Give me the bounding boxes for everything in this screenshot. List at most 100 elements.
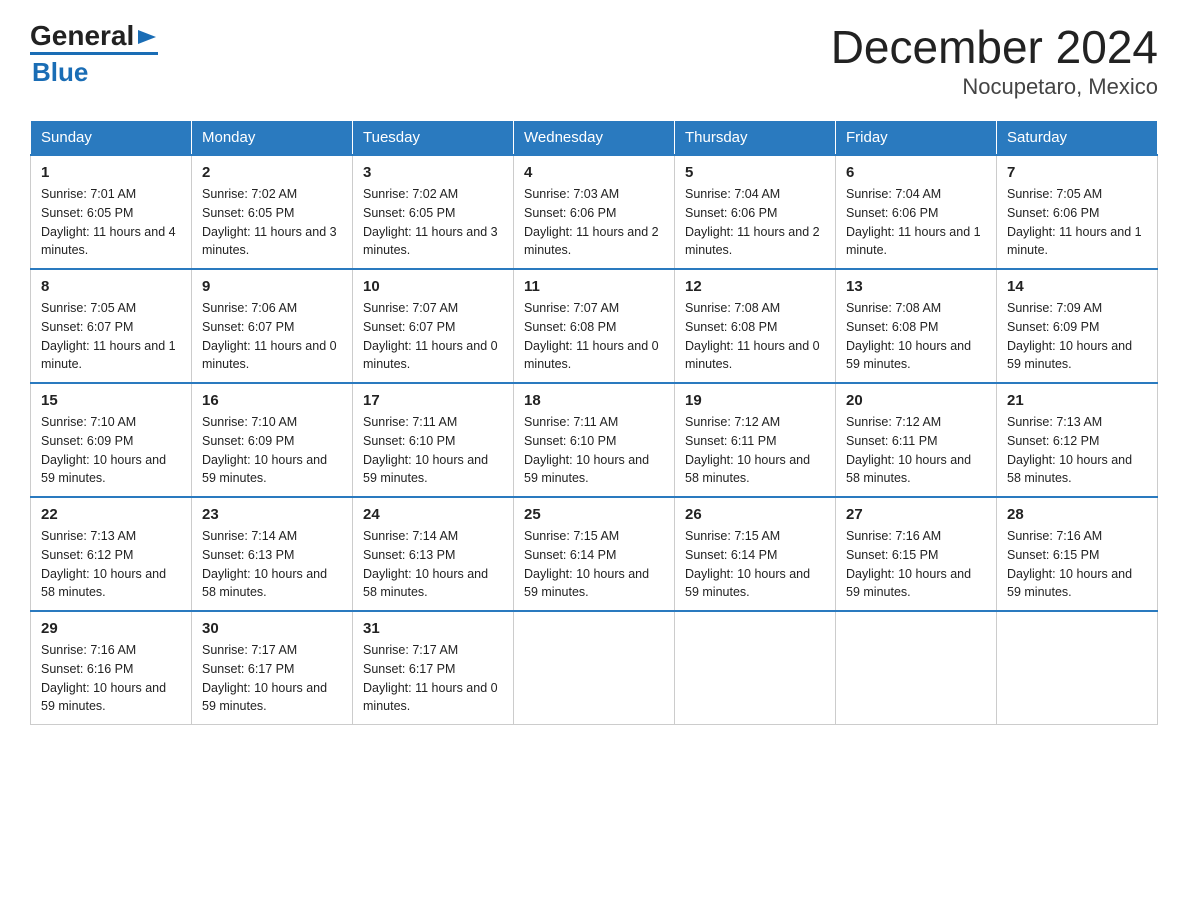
- calendar-cell: 9 Sunrise: 7:06 AMSunset: 6:07 PMDaylight…: [192, 269, 353, 383]
- day-number: 11: [524, 278, 664, 295]
- calendar-cell: [514, 611, 675, 725]
- calendar-cell: 1 Sunrise: 7:01 AMSunset: 6:05 PMDaylight…: [31, 155, 192, 269]
- day-number: 24: [363, 506, 503, 523]
- calendar-cell: [997, 611, 1158, 725]
- day-number: 1: [41, 164, 181, 181]
- calendar-week-row: 1 Sunrise: 7:01 AMSunset: 6:05 PMDaylight…: [31, 155, 1158, 269]
- calendar-header-row: Sunday Monday Tuesday Wednesday Thursday…: [31, 121, 1158, 156]
- col-wednesday: Wednesday: [514, 121, 675, 156]
- calendar-cell: 25 Sunrise: 7:15 AMSunset: 6:14 PMDayligh…: [514, 497, 675, 611]
- calendar-cell: 30Sunrise: 7:17 AMSunset: 6:17 PMDayligh…: [192, 611, 353, 725]
- calendar-cell: [836, 611, 997, 725]
- day-info: Sunrise: 7:08 AMSunset: 6:08 PMDaylight:…: [846, 299, 986, 374]
- calendar-cell: 22Sunrise: 7:13 AMSunset: 6:12 PMDayligh…: [31, 497, 192, 611]
- day-info: Sunrise: 7:04 AMSunset: 6:06 PMDaylight:…: [685, 185, 825, 260]
- calendar-cell: 17Sunrise: 7:11 AMSunset: 6:10 PMDayligh…: [353, 383, 514, 497]
- calendar-cell: 7 Sunrise: 7:05 AMSunset: 6:06 PMDaylight…: [997, 155, 1158, 269]
- day-number: 2: [202, 164, 342, 181]
- day-info: Sunrise: 7:15 AMSunset: 6:14 PMDaylight:…: [685, 527, 825, 602]
- day-number: 12: [685, 278, 825, 295]
- calendar-cell: 14 Sunrise: 7:09 AMSunset: 6:09 PMDayligh…: [997, 269, 1158, 383]
- day-info: Sunrise: 7:02 AMSunset: 6:05 PMDaylight:…: [202, 185, 342, 260]
- calendar-cell: 27Sunrise: 7:16 AMSunset: 6:15 PMDayligh…: [836, 497, 997, 611]
- day-info: Sunrise: 7:10 AMSunset: 6:09 PMDaylight:…: [41, 413, 181, 488]
- day-info: Sunrise: 7:15 AMSunset: 6:14 PMDaylight:…: [524, 527, 664, 602]
- day-number: 4: [524, 164, 664, 181]
- day-number: 10: [363, 278, 503, 295]
- day-info: Sunrise: 7:07 AMSunset: 6:07 PMDaylight:…: [363, 299, 503, 374]
- day-info: Sunrise: 7:07 AMSunset: 6:08 PMDaylight:…: [524, 299, 664, 374]
- logo-general-text: General: [30, 20, 134, 52]
- page-header: General Blue December 2024 Nocupetaro, M…: [30, 20, 1158, 100]
- day-info: Sunrise: 7:03 AMSunset: 6:06 PMDaylight:…: [524, 185, 664, 260]
- calendar-cell: 20 Sunrise: 7:12 AMSunset: 6:11 PMDayligh…: [836, 383, 997, 497]
- day-number: 5: [685, 164, 825, 181]
- day-number: 16: [202, 392, 342, 409]
- day-info: Sunrise: 7:01 AMSunset: 6:05 PMDaylight:…: [41, 185, 181, 260]
- day-number: 28: [1007, 506, 1147, 523]
- day-number: 7: [1007, 164, 1147, 181]
- day-info: Sunrise: 7:13 AMSunset: 6:12 PMDaylight:…: [1007, 413, 1147, 488]
- calendar-cell: 19 Sunrise: 7:12 AMSunset: 6:11 PMDayligh…: [675, 383, 836, 497]
- day-info: Sunrise: 7:05 AMSunset: 6:06 PMDaylight:…: [1007, 185, 1147, 260]
- day-number: 17: [363, 392, 503, 409]
- day-info: Sunrise: 7:16 AMSunset: 6:15 PMDaylight:…: [846, 527, 986, 602]
- day-info: Sunrise: 7:02 AMSunset: 6:05 PMDaylight:…: [363, 185, 503, 260]
- calendar-cell: 28 Sunrise: 7:16 AMSunset: 6:15 PMDayligh…: [997, 497, 1158, 611]
- day-number: 6: [846, 164, 986, 181]
- page-title: December 2024: [831, 20, 1158, 74]
- day-number: 25: [524, 506, 664, 523]
- calendar-cell: 4 Sunrise: 7:03 AMSunset: 6:06 PMDaylight…: [514, 155, 675, 269]
- day-info: Sunrise: 7:16 AMSunset: 6:16 PMDaylight:…: [41, 641, 181, 716]
- calendar-week-row: 8Sunrise: 7:05 AMSunset: 6:07 PMDaylight…: [31, 269, 1158, 383]
- calendar-week-row: 29Sunrise: 7:16 AMSunset: 6:16 PMDayligh…: [31, 611, 1158, 725]
- day-number: 19: [685, 392, 825, 409]
- day-number: 23: [202, 506, 342, 523]
- day-number: 18: [524, 392, 664, 409]
- logo-blue-text: Blue: [32, 57, 158, 88]
- day-info: Sunrise: 7:10 AMSunset: 6:09 PMDaylight:…: [202, 413, 342, 488]
- logo: General Blue: [30, 20, 158, 88]
- page-subtitle: Nocupetaro, Mexico: [831, 74, 1158, 100]
- day-info: Sunrise: 7:17 AMSunset: 6:17 PMDaylight:…: [202, 641, 342, 716]
- day-info: Sunrise: 7:09 AMSunset: 6:09 PMDaylight:…: [1007, 299, 1147, 374]
- col-sunday: Sunday: [31, 121, 192, 156]
- col-monday: Monday: [192, 121, 353, 156]
- col-tuesday: Tuesday: [353, 121, 514, 156]
- col-thursday: Thursday: [675, 121, 836, 156]
- day-number: 9: [202, 278, 342, 295]
- day-number: 31: [363, 620, 503, 637]
- calendar-cell: 21Sunrise: 7:13 AMSunset: 6:12 PMDayligh…: [997, 383, 1158, 497]
- day-info: Sunrise: 7:06 AMSunset: 6:07 PMDaylight:…: [202, 299, 342, 374]
- day-number: 3: [363, 164, 503, 181]
- day-number: 26: [685, 506, 825, 523]
- calendar-cell: 23 Sunrise: 7:14 AMSunset: 6:13 PMDayligh…: [192, 497, 353, 611]
- day-info: Sunrise: 7:12 AMSunset: 6:11 PMDaylight:…: [685, 413, 825, 488]
- day-number: 15: [41, 392, 181, 409]
- day-info: Sunrise: 7:12 AMSunset: 6:11 PMDaylight:…: [846, 413, 986, 488]
- day-number: 22: [41, 506, 181, 523]
- calendar-cell: 26 Sunrise: 7:15 AMSunset: 6:14 PMDayligh…: [675, 497, 836, 611]
- col-friday: Friday: [836, 121, 997, 156]
- title-block: December 2024 Nocupetaro, Mexico: [831, 20, 1158, 100]
- day-info: Sunrise: 7:17 AMSunset: 6:17 PMDaylight:…: [363, 641, 503, 716]
- calendar-cell: 11 Sunrise: 7:07 AMSunset: 6:08 PMDayligh…: [514, 269, 675, 383]
- calendar-cell: 31 Sunrise: 7:17 AMSunset: 6:17 PMDayligh…: [353, 611, 514, 725]
- day-number: 20: [846, 392, 986, 409]
- logo-divider: [30, 52, 158, 55]
- calendar-cell: [675, 611, 836, 725]
- day-number: 13: [846, 278, 986, 295]
- calendar-cell: 8Sunrise: 7:05 AMSunset: 6:07 PMDaylight…: [31, 269, 192, 383]
- calendar-cell: 6Sunrise: 7:04 AMSunset: 6:06 PMDaylight…: [836, 155, 997, 269]
- day-info: Sunrise: 7:16 AMSunset: 6:15 PMDaylight:…: [1007, 527, 1147, 602]
- calendar-cell: 2 Sunrise: 7:02 AMSunset: 6:05 PMDaylight…: [192, 155, 353, 269]
- day-number: 14: [1007, 278, 1147, 295]
- col-saturday: Saturday: [997, 121, 1158, 156]
- calendar-cell: 12 Sunrise: 7:08 AMSunset: 6:08 PMDayligh…: [675, 269, 836, 383]
- calendar-table: Sunday Monday Tuesday Wednesday Thursday…: [30, 120, 1158, 725]
- day-info: Sunrise: 7:14 AMSunset: 6:13 PMDaylight:…: [202, 527, 342, 602]
- calendar-week-row: 22Sunrise: 7:13 AMSunset: 6:12 PMDayligh…: [31, 497, 1158, 611]
- day-info: Sunrise: 7:08 AMSunset: 6:08 PMDaylight:…: [685, 299, 825, 374]
- calendar-cell: 29Sunrise: 7:16 AMSunset: 6:16 PMDayligh…: [31, 611, 192, 725]
- calendar-week-row: 15 Sunrise: 7:10 AMSunset: 6:09 PMDayligh…: [31, 383, 1158, 497]
